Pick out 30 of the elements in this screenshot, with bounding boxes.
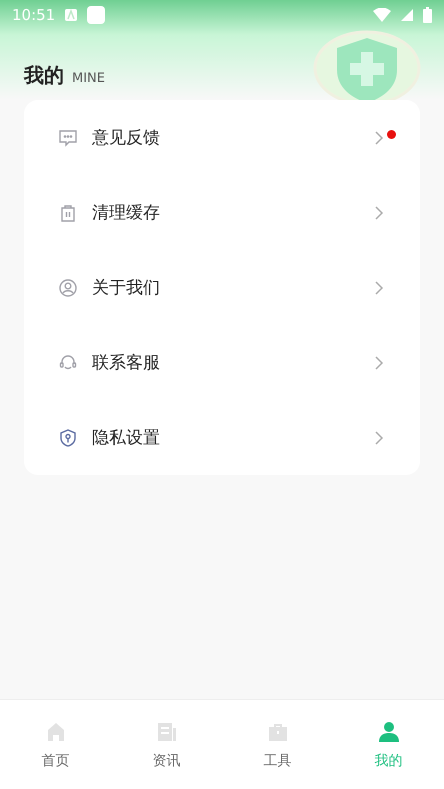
menu-item[interactable]: 意见反馈 <box>24 100 420 175</box>
wifi-icon <box>373 8 391 22</box>
chevron-icon <box>374 204 384 220</box>
nav-tab[interactable]: 资讯 <box>111 700 222 789</box>
nav-tab[interactable]: 首页 <box>0 700 111 789</box>
app-icon <box>87 6 106 24</box>
signal-icon <box>401 9 413 21</box>
nav-tab[interactable]: 工具 <box>222 700 333 789</box>
status-time: 10:51 <box>12 6 56 24</box>
person-icon <box>376 720 400 744</box>
shield-icon <box>58 428 78 448</box>
chat-bubble-icon <box>58 128 78 148</box>
menu-label: 意见反馈 <box>92 127 161 149</box>
menu-label: 清理缓存 <box>92 202 161 224</box>
page-title: 我的 <box>24 62 64 89</box>
battery-icon <box>423 7 432 23</box>
menu-label: 关于我们 <box>92 277 161 299</box>
menu-item[interactable]: 隐私设置 <box>24 400 420 475</box>
menu-item[interactable]: 清理缓存 <box>24 175 420 250</box>
chevron-icon <box>374 354 384 370</box>
menu-label: 隐私设置 <box>92 427 161 449</box>
notification-icon <box>65 9 78 21</box>
chevron-icon <box>374 130 384 146</box>
menu-item[interactable]: 联系客服 <box>24 325 420 400</box>
chevron-icon <box>374 280 384 296</box>
page-subtitle: MINE <box>72 71 105 86</box>
menu-item[interactable]: 关于我们 <box>24 250 420 325</box>
menu-label: 联系客服 <box>92 352 161 374</box>
user-circle-icon <box>58 278 78 298</box>
chevron-icon <box>374 430 384 446</box>
